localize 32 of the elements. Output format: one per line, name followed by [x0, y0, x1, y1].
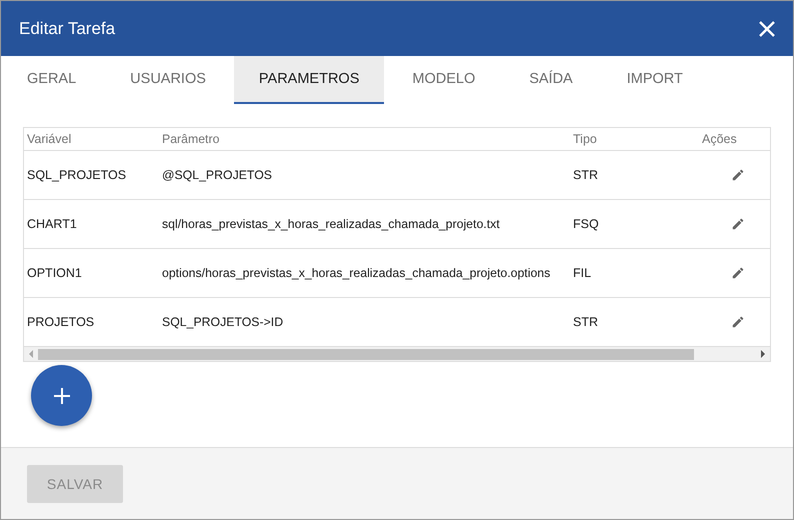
table-cell-text: FSQ	[572, 217, 600, 231]
close-icon[interactable]	[758, 20, 776, 38]
table-cell-text: PROJETOS	[26, 315, 96, 329]
column-header: Parâmetro	[161, 132, 220, 146]
tab[interactable]: USUARIOS	[104, 56, 232, 104]
column-header: Variável	[26, 132, 72, 146]
column-header: Ações	[702, 132, 738, 146]
plus-icon	[54, 388, 70, 404]
horizontal-scrollbar[interactable]	[24, 347, 770, 361]
tab[interactable]: SAÍDA	[503, 56, 599, 104]
table-cell-text: SQL_PROJETOS->ID	[161, 315, 284, 329]
tab[interactable]: PARAMETROS	[234, 56, 384, 104]
edit-icon[interactable]	[730, 266, 744, 280]
add-button[interactable]	[31, 365, 92, 426]
dialog-title: Editar Tarefa	[19, 18, 116, 38]
column-header: Tipo	[572, 132, 598, 146]
edit-icon[interactable]	[730, 315, 744, 329]
table-cell-text: STR	[572, 315, 599, 329]
tab[interactable]: MODELO	[386, 56, 502, 104]
table-cell-text: sql/horas_previstas_x_horas_realizadas_chamada_projeto.txt	[161, 217, 501, 231]
table-cell-text: FIL	[572, 266, 592, 280]
tab[interactable]: GERAL	[1, 56, 102, 104]
table-cell-text: @SQL_PROJETOS	[161, 168, 273, 182]
table-cell-text: OPTION1	[26, 266, 83, 280]
table-cell-text: SQL_PROJETOS	[26, 168, 128, 182]
table-cell-text: options/horas_previstas_x_horas_realizadas_chamada_projeto.options	[161, 266, 552, 280]
table-cell-text: STR	[572, 168, 599, 182]
edit-icon[interactable]	[730, 168, 744, 182]
table-cell-text: CHART1	[26, 217, 78, 231]
scroll-right-icon[interactable]	[760, 350, 766, 358]
edit-icon[interactable]	[730, 217, 744, 231]
tab[interactable]: IMPORT	[600, 56, 709, 104]
